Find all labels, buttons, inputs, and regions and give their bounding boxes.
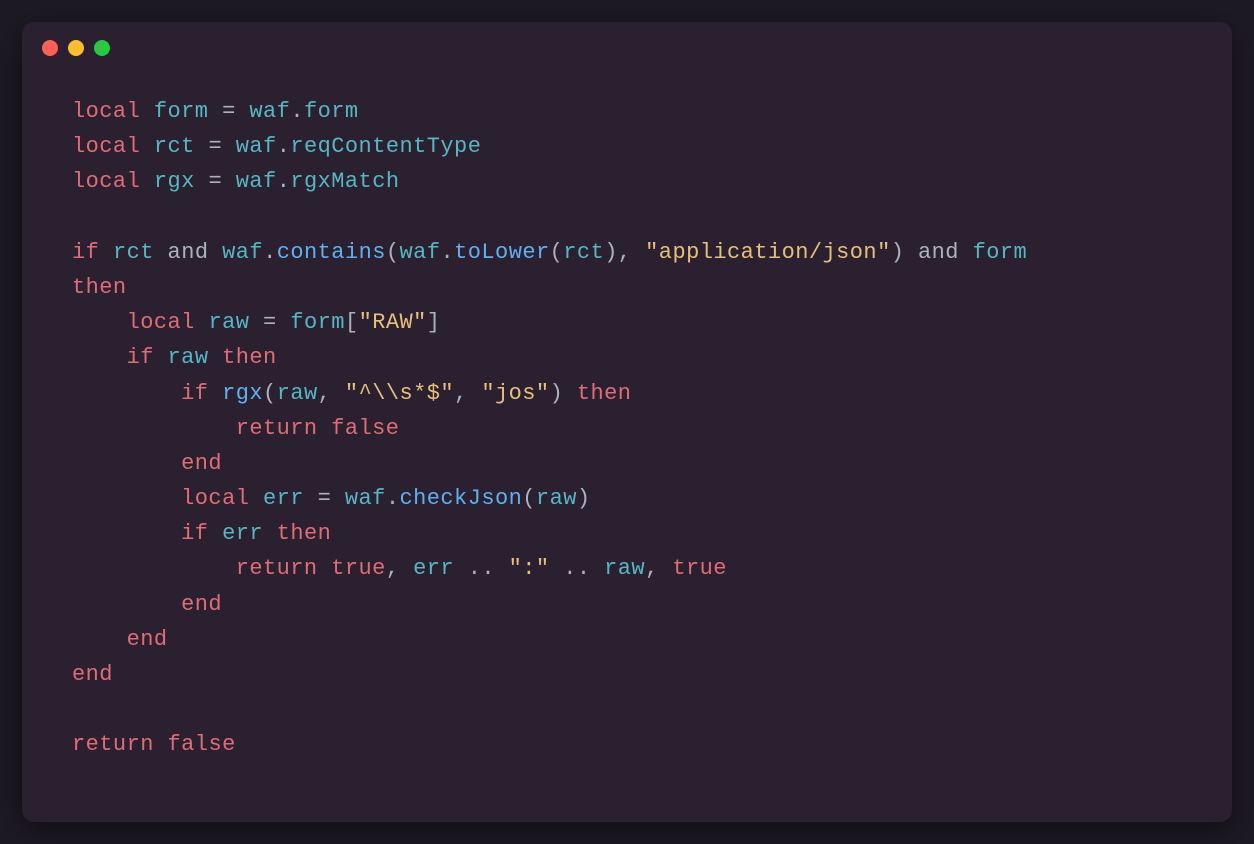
titlebar (22, 22, 1232, 74)
blank-line-2 (72, 692, 1182, 727)
code-line-12: local err = waf.checkJson(raw) (72, 481, 1182, 516)
close-button[interactable] (42, 40, 58, 56)
code-line-8: if raw then (72, 340, 1182, 375)
code-editor: local form = waf.form local rct = waf.re… (22, 74, 1232, 783)
maximize-button[interactable] (94, 40, 110, 56)
code-line-13: if err then (72, 516, 1182, 551)
code-line-1: local form = waf.form (72, 94, 1182, 129)
code-line-5: if rct and waf.contains(waf.toLower(rct)… (72, 235, 1182, 270)
code-line-2: local rct = waf.reqContentType (72, 129, 1182, 164)
code-line-15: end (72, 587, 1182, 622)
code-line-16: end (72, 622, 1182, 657)
code-line-9: if rgx(raw, "^\\s*$", "jos") then (72, 376, 1182, 411)
code-window: local form = waf.form local rct = waf.re… (22, 22, 1232, 822)
code-line-10: return false (72, 411, 1182, 446)
code-line-17: end (72, 657, 1182, 692)
code-line-7: local raw = form["RAW"] (72, 305, 1182, 340)
blank-line-1 (72, 200, 1182, 235)
code-line-3: local rgx = waf.rgxMatch (72, 164, 1182, 199)
code-line-6: then (72, 270, 1182, 305)
code-line-11: end (72, 446, 1182, 481)
code-line-19: return false (72, 727, 1182, 762)
code-line-14: return true, err .. ":" .. raw, true (72, 551, 1182, 586)
minimize-button[interactable] (68, 40, 84, 56)
